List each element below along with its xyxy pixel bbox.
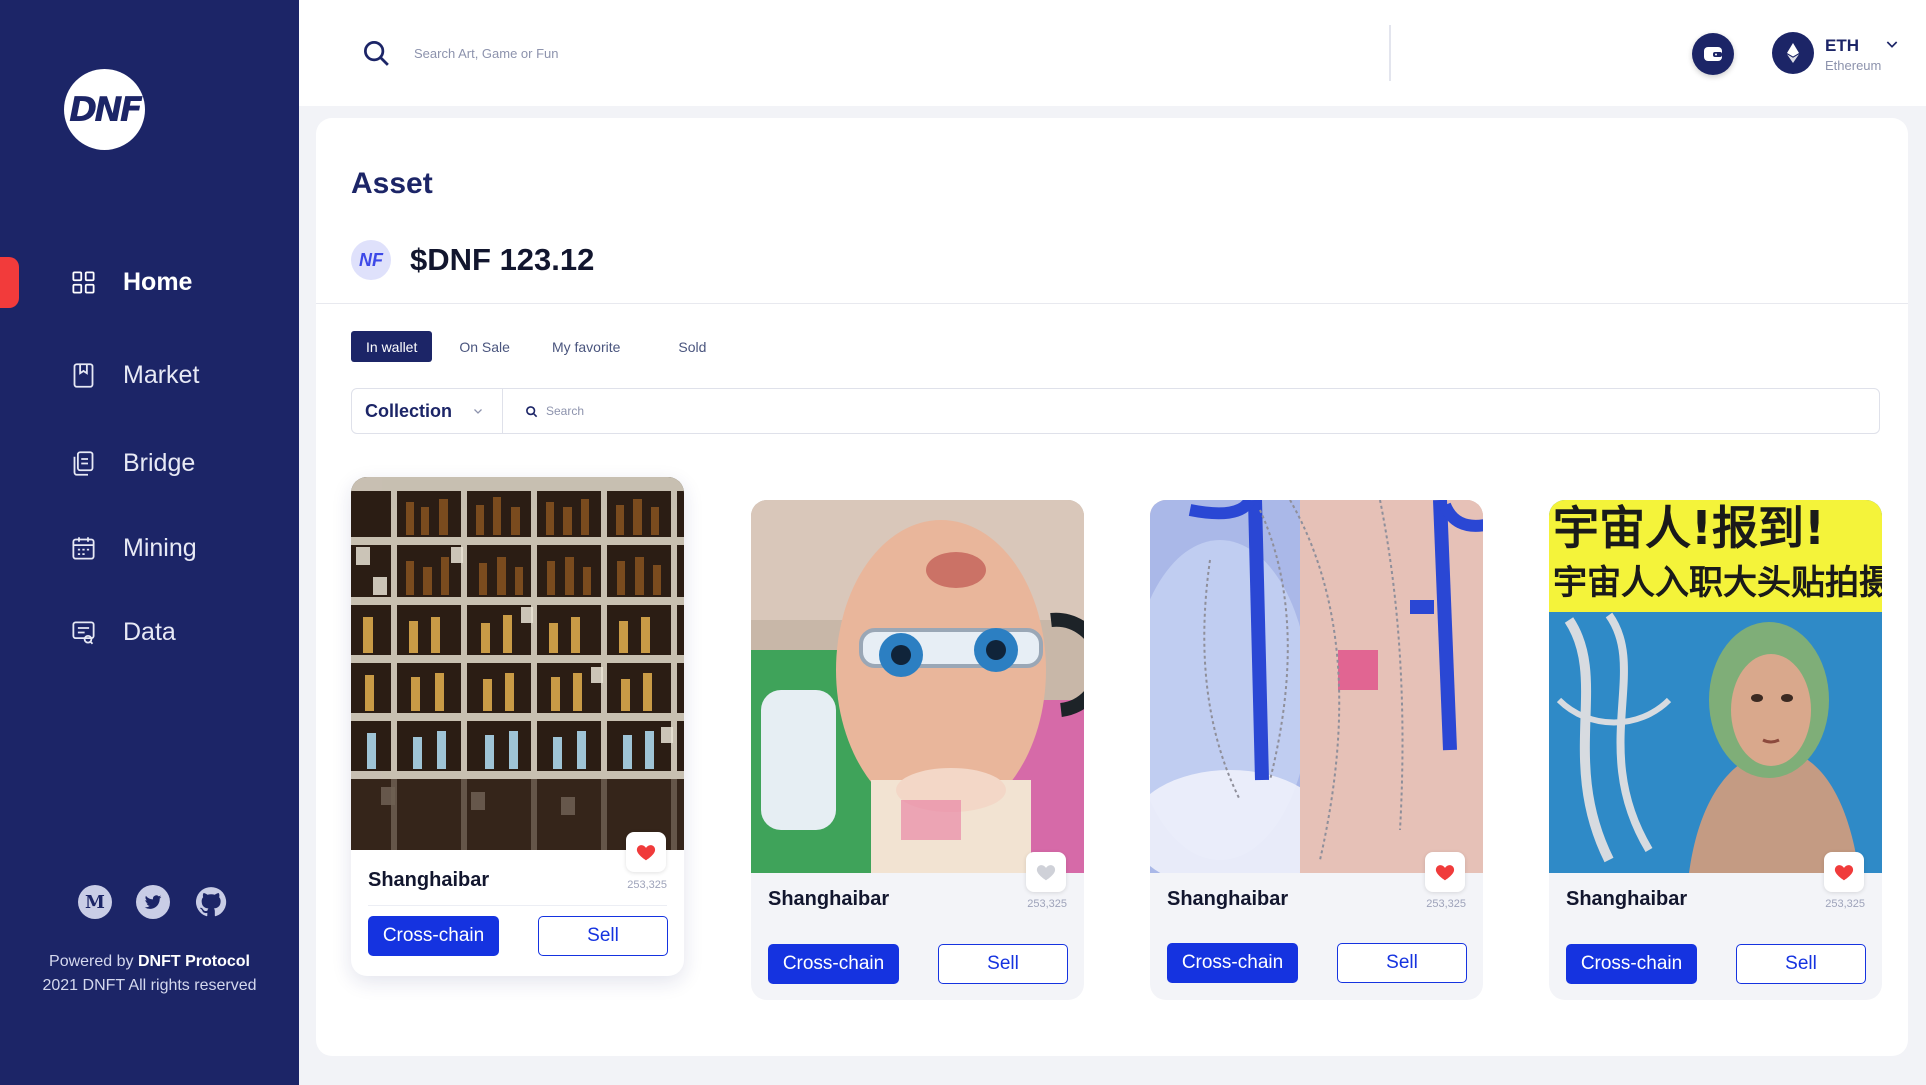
sidebar-item-market[interactable]: Market (70, 355, 199, 395)
collection-label: Collection (365, 400, 453, 421)
network-name: Ethereum (1825, 58, 1882, 73)
medium-icon[interactable]: M (78, 885, 112, 919)
grid-icon (72, 270, 95, 294)
nft-name: Shanghaibar (1566, 888, 1688, 910)
bar-shelves-artwork (351, 477, 684, 850)
nft-card[interactable]: Shanghaibar 253,325 Cross-chain Sell (751, 500, 1084, 1000)
network-symbol: ETH (1825, 36, 1859, 55)
nft-like-count: 253,325 (627, 879, 667, 891)
cross-chain-button[interactable]: Cross-chain (768, 944, 899, 984)
tab-on-sale[interactable]: On Sale (444, 331, 525, 362)
search-icon[interactable] (361, 38, 391, 68)
sidebar-item-label: Mining (123, 533, 197, 562)
search-icon (526, 405, 538, 417)
collection-search (503, 404, 1879, 418)
nft-image-mannequin[interactable] (751, 500, 1084, 873)
dnf-token-icon: NF (351, 240, 391, 280)
sell-button[interactable]: Sell (1736, 944, 1866, 984)
nft-like-count: 253,325 (1027, 898, 1067, 910)
top-bar: ETH Ethereum (299, 0, 1926, 106)
nft-card[interactable]: Shanghaibar 253,325 Cross-chain Sell (1150, 500, 1483, 1000)
sidebar-item-label: Bridge (123, 448, 196, 477)
tab-my-favorite[interactable]: My favorite (537, 331, 635, 362)
favorite-button[interactable] (1425, 852, 1465, 892)
tab-sold[interactable]: Sold (663, 331, 721, 362)
rights-text: 2021 DNFT All rights reserved (42, 977, 257, 994)
sidebar-item-home[interactable]: Home (70, 262, 192, 302)
header-divider (1389, 25, 1391, 81)
panel-divider (316, 303, 1908, 304)
nft-card[interactable]: Shanghaibar 253,325 Cross-chain Sell (351, 477, 684, 976)
sidebar-item-label: Home (123, 267, 193, 296)
sell-button[interactable]: Sell (1337, 943, 1467, 983)
sell-button[interactable]: Sell (538, 916, 668, 956)
sidebar-item-data[interactable]: Data (70, 612, 176, 652)
nft-name: Shanghaibar (1167, 888, 1289, 910)
nft-like-count: 253,325 (1825, 898, 1865, 910)
nft-name: Shanghaibar (768, 888, 890, 910)
sidebar-item-label: Market (123, 360, 200, 389)
github-glyph (195, 887, 227, 917)
favorite-button[interactable] (1026, 852, 1066, 892)
card-divider (368, 905, 667, 906)
cross-chain-button[interactable]: Cross-chain (368, 916, 499, 956)
collection-search-input[interactable] (546, 404, 946, 418)
twitter-glyph (144, 895, 162, 909)
social-links: M (78, 885, 228, 919)
report-icon (72, 620, 95, 644)
wallet-icon (1704, 47, 1722, 61)
chevron-down-icon[interactable] (1884, 36, 1900, 52)
favorite-button[interactable] (626, 832, 666, 872)
sidebar: DNF Home Market Bridge Mining Data M Pow… (0, 0, 299, 1085)
heart-icon (1036, 865, 1056, 881)
nft-image-bar-shelves[interactable] (351, 477, 684, 850)
filter-bar: Collection (351, 388, 1880, 434)
favorite-button[interactable] (1824, 852, 1864, 892)
chains-artwork (1150, 500, 1483, 873)
footer-text: Powered by DNFT Protocol 2021 DNFT All r… (0, 950, 299, 998)
poster-subline: 宇宙人入职大头贴拍摄 (1553, 563, 1882, 603)
sidebar-item-bridge[interactable]: Bridge (70, 443, 195, 483)
logo-text: DNF (69, 89, 143, 130)
heart-icon (636, 845, 656, 861)
nft-image-chains[interactable] (1150, 500, 1483, 873)
eth-network-badge[interactable] (1772, 32, 1814, 74)
dnf-logo[interactable]: DNF (64, 69, 145, 150)
collection-dropdown[interactable]: Collection (352, 389, 503, 433)
asset-panel: Asset NF $DNF 123.12 In wallet On Sale M… (316, 118, 1908, 1056)
nft-name: Shanghaibar (368, 869, 490, 891)
nft-card[interactable]: 宇宙人!报到! 宇宙人入职大头贴拍摄 Shanghaibar 253,325 C… (1549, 500, 1882, 1000)
powered-prefix: Powered by (49, 953, 134, 970)
bookmark-icon (73, 362, 94, 388)
powered-brand[interactable]: DNFT Protocol (138, 953, 250, 970)
cross-chain-button[interactable]: Cross-chain (1566, 944, 1697, 984)
global-search-input[interactable] (414, 38, 1264, 68)
twitter-icon[interactable] (136, 885, 170, 919)
token-balance: $DNF 123.12 (410, 242, 595, 277)
documents-icon (73, 450, 94, 476)
poster-headline: 宇宙人!报到! (1553, 501, 1825, 555)
github-icon[interactable] (194, 885, 228, 919)
tab-in-wallet[interactable]: In wallet (351, 331, 433, 362)
active-nav-indicator (0, 257, 19, 308)
heart-icon (1435, 865, 1455, 881)
network-selector[interactable]: ETH Ethereum (1825, 36, 1881, 73)
medium-glyph: M (85, 891, 105, 913)
heart-icon (1834, 865, 1854, 881)
sidebar-item-label: Data (123, 617, 176, 646)
nft-image-poster[interactable]: 宇宙人!报到! 宇宙人入职大头贴拍摄 (1549, 500, 1882, 873)
sidebar-item-mining[interactable]: Mining (70, 528, 197, 568)
cross-chain-button[interactable]: Cross-chain (1167, 943, 1298, 983)
chevron-down-icon (474, 409, 482, 414)
poster-artwork: 宇宙人!报到! 宇宙人入职大头贴拍摄 (1549, 500, 1882, 873)
wallet-button[interactable] (1692, 33, 1734, 75)
sell-button[interactable]: Sell (938, 944, 1068, 984)
ethereum-icon (1787, 43, 1799, 63)
calendar-icon (72, 536, 95, 560)
nft-like-count: 253,325 (1426, 898, 1466, 910)
token-icon-text: NF (359, 249, 383, 270)
asset-tabs: In wallet On Sale My favorite Sold (351, 331, 733, 362)
page-title: Asset (351, 167, 433, 200)
mannequin-artwork (751, 500, 1084, 873)
